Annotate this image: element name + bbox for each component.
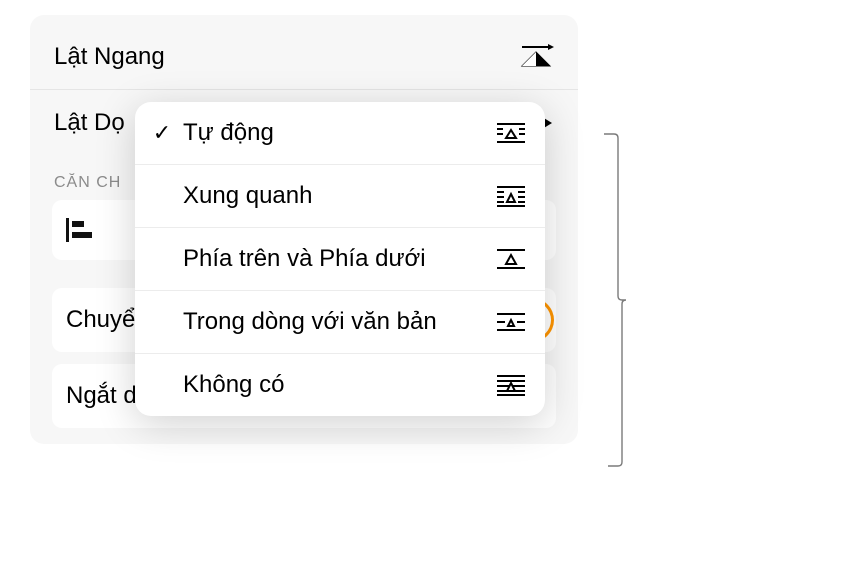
callout-bracket: [602, 132, 628, 470]
wrap-auto-option-icon: [495, 121, 527, 145]
wrap-option-label: Trong dòng với văn bản: [183, 307, 487, 337]
wrap-option-above-below[interactable]: Phía trên và Phía dưới: [135, 228, 545, 291]
wrap-options-popup: ✓ Tự động Xung quanh Phía trên và Phía d…: [135, 102, 545, 416]
align-left-icon: [64, 216, 94, 244]
wrap-none-option-icon: [495, 373, 527, 397]
move-with-text-label: Chuyể: [66, 306, 135, 334]
wrap-option-around[interactable]: Xung quanh: [135, 165, 545, 228]
wrap-option-label: Không có: [183, 370, 487, 400]
wrap-option-inline[interactable]: Trong dòng với văn bản: [135, 291, 545, 354]
wrap-option-label: Xung quanh: [183, 181, 487, 211]
wrap-option-label: Tự động: [183, 118, 487, 148]
wrap-above-below-option-icon: [495, 247, 527, 271]
wrap-inline-option-icon: [495, 310, 527, 334]
flip-horizontal-row[interactable]: Lật Ngang: [30, 25, 578, 89]
flip-horizontal-icon: [518, 44, 554, 70]
wrap-option-none[interactable]: Không có: [135, 354, 545, 416]
checkmark-icon: ✓: [149, 120, 175, 146]
flip-vertical-label: Lật Dọ: [54, 109, 125, 137]
wrap-option-auto[interactable]: ✓ Tự động: [135, 102, 545, 165]
wrap-around-option-icon: [495, 184, 527, 208]
flip-horizontal-label: Lật Ngang: [54, 43, 165, 71]
wrap-option-label: Phía trên và Phía dưới: [183, 244, 487, 274]
